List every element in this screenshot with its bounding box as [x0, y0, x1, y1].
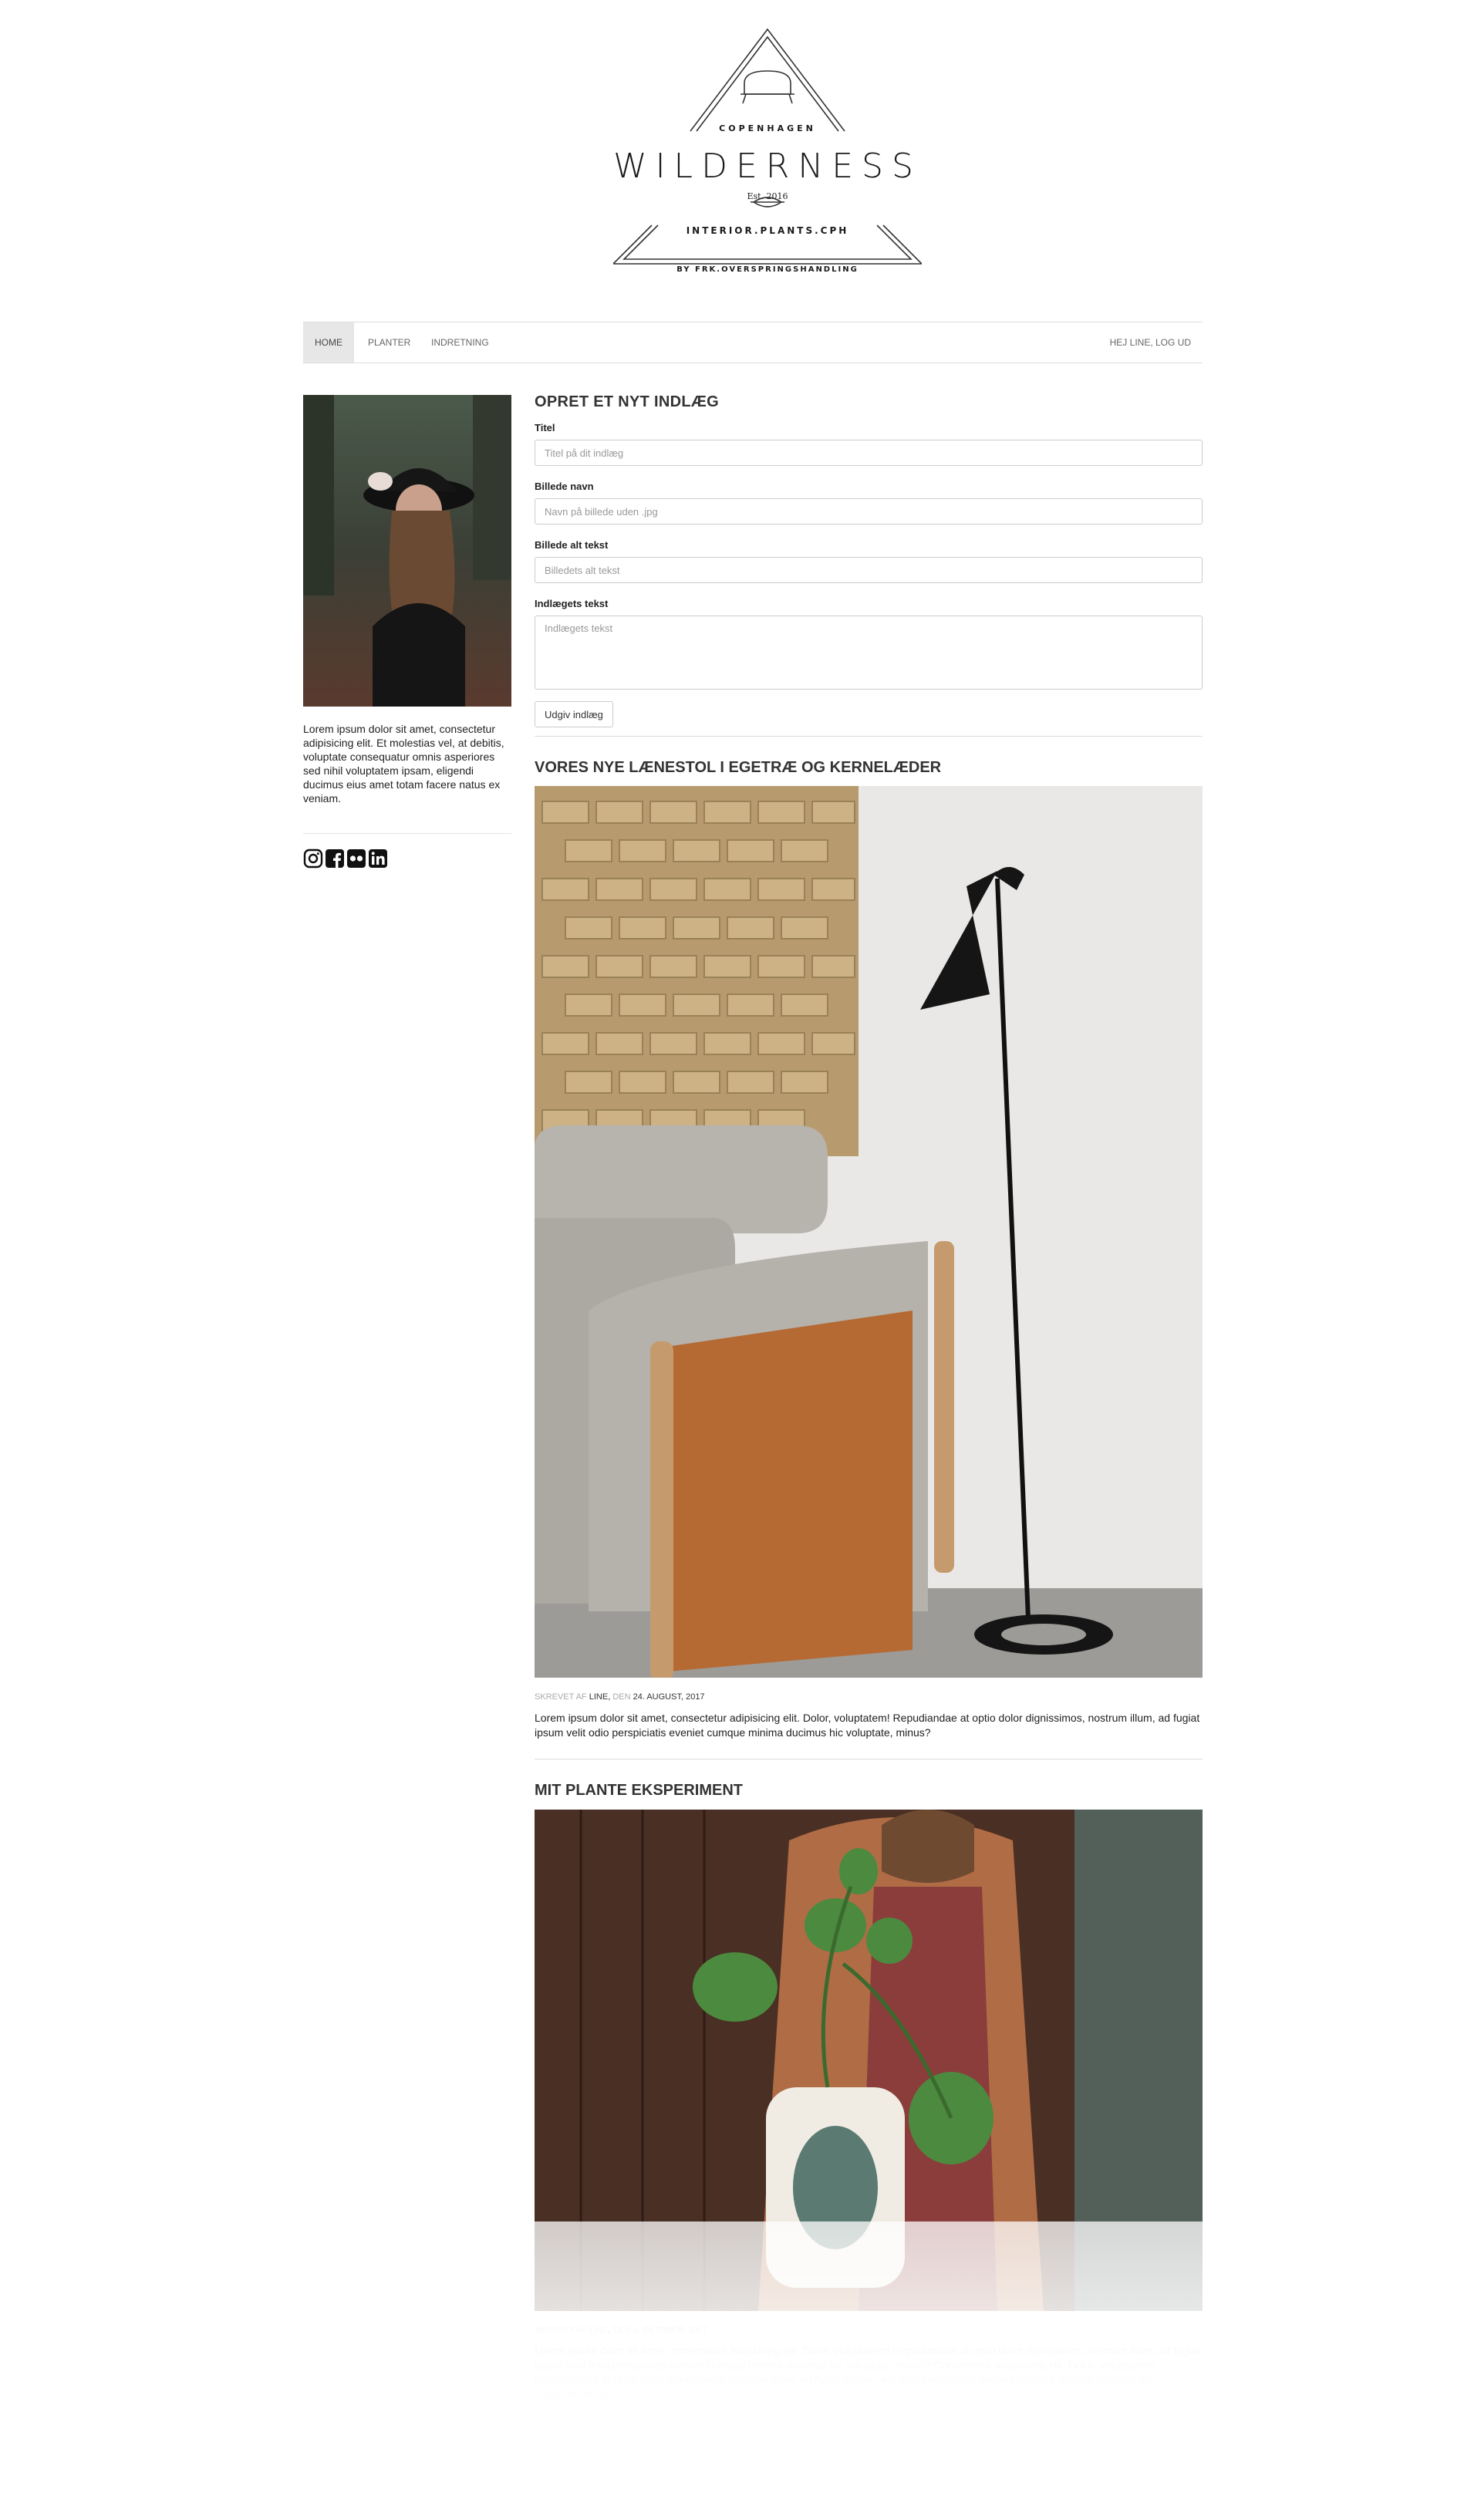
- logo-city: COPENHAGEN: [719, 123, 816, 133]
- post-meta-on: DEN: [612, 2326, 631, 2335]
- logo-tagline: INTERIOR.PLANTS.CPH: [686, 225, 849, 236]
- linkedin-icon[interactable]: [368, 848, 388, 869]
- instagram-icon[interactable]: [303, 848, 323, 869]
- image-name-label: Billede navn: [535, 481, 594, 492]
- image-name-input[interactable]: [535, 498, 1203, 525]
- post-meta-on: DEN: [612, 1692, 631, 1702]
- post-title[interactable]: MIT PLANTE EKSPERIMENT: [535, 1782, 743, 1800]
- post-body: Lorem ipsum dolor sit amet, consectetur …: [535, 1712, 1200, 1739]
- logo-byline: BY FRK.OVERSPRINGSHANDLING: [676, 265, 859, 274]
- nav-item-planter[interactable]: PLANTER: [356, 322, 422, 363]
- post-image-chair[interactable]: [535, 786, 1203, 1678]
- facebook-icon[interactable]: [325, 848, 345, 869]
- post-meta-written: SKREVET AF: [535, 2326, 587, 2335]
- image-alt-input[interactable]: [535, 557, 1203, 583]
- social-links: [303, 848, 388, 870]
- post-meta-written: SKREVET AF: [535, 1692, 587, 1702]
- title-label: Titel: [535, 422, 555, 433]
- logout-link[interactable]: HEJ LINE, LOG UD: [1110, 322, 1191, 363]
- sidebar-bio: Lorem ipsum dolor sit amet, consectetur …: [303, 723, 504, 805]
- publish-button[interactable]: Udgiv indlæg: [535, 701, 613, 727]
- logo-name: WILDERNESS: [613, 147, 922, 186]
- post-meta: SKREVET AF LINE, DEN 1. OKTOBER, 2017: [535, 2326, 708, 2335]
- post-title[interactable]: VORES NYE LÆNESTOL I EGETRÆ OG KERNELÆDE…: [535, 759, 941, 777]
- post-meta: SKREVET AF LINE, DEN 24. AUGUST, 2017: [535, 1692, 705, 1702]
- post-image-jungle[interactable]: [535, 2471, 1203, 2520]
- logo-est: Est. 2016: [747, 191, 788, 201]
- form-title: OPRET ET NYT INDLÆG: [535, 393, 720, 410]
- post-author[interactable]: LINE: [589, 2326, 608, 2335]
- form-divider: [535, 736, 1203, 737]
- post-image-plant[interactable]: [535, 1810, 1203, 2311]
- post-text-input[interactable]: [535, 616, 1203, 690]
- post-title[interactable]: MIN URBAN JUNGLE BAGGÅRDS MAKE-OVER: [535, 2444, 882, 2461]
- title-input[interactable]: [535, 440, 1203, 466]
- post-date: 1. OKTOBER, 2017: [633, 2326, 708, 2335]
- flickr-icon[interactable]: [346, 848, 366, 869]
- nav-item-indretning[interactable]: INDRETNING: [420, 322, 501, 363]
- post-divider: [535, 2420, 1203, 2421]
- site-logo[interactable]: COPENHAGEN WILDERNESS Est. 2016 INTERIOR…: [613, 23, 922, 285]
- sidebar-divider: [303, 833, 511, 834]
- nav-item-home[interactable]: HOME: [303, 322, 354, 363]
- image-alt-label: Billede alt tekst: [535, 539, 609, 551]
- post-body: Lorem ipsum dolor sit amet, consectetur …: [535, 2344, 1200, 2400]
- profile-photo: [303, 395, 511, 707]
- main-nav: HOME PLANTER INDRETNING HEJ LINE, LOG UD: [303, 322, 1203, 363]
- post-author[interactable]: LINE: [589, 1692, 608, 1702]
- post-text-label: Indlægets tekst: [535, 598, 609, 609]
- post-date: 24. AUGUST, 2017: [633, 1692, 705, 1702]
